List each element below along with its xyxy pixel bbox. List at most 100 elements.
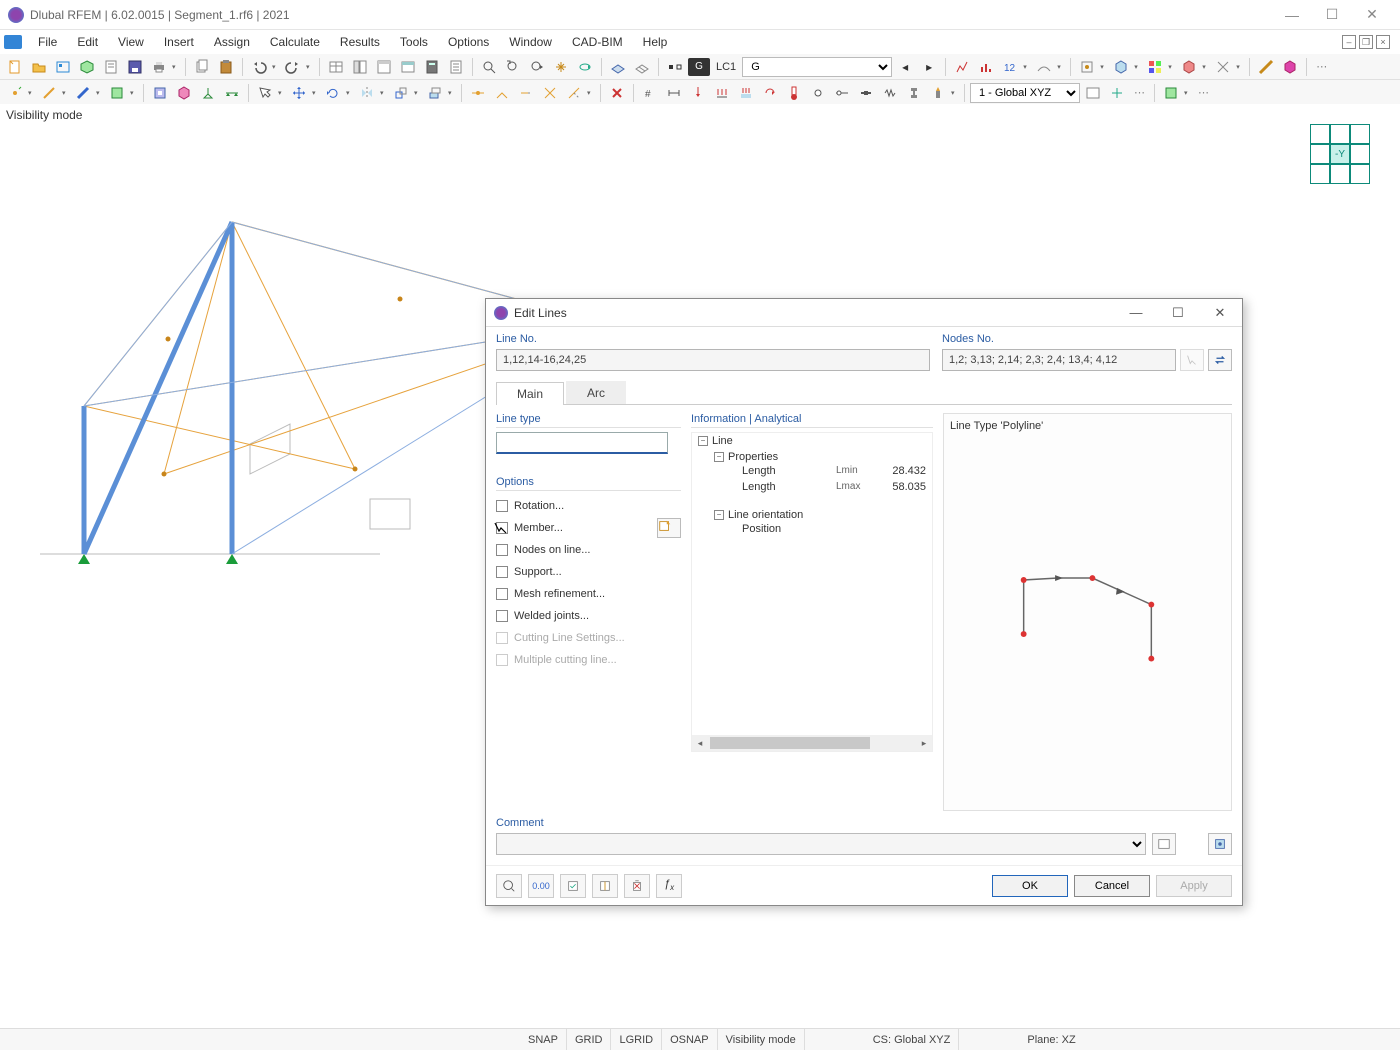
colors-icon[interactable] [1144,56,1166,78]
show-results-icon[interactable] [951,56,973,78]
isolines-icon[interactable] [1033,56,1055,78]
zoom-previous-icon[interactable] [526,56,548,78]
zoom-window-icon[interactable] [478,56,500,78]
toolbar2-overflow-icon[interactable]: ⋯ [1130,86,1149,99]
redo-icon[interactable] [282,56,304,78]
dialog-minimize-button[interactable]: — [1122,305,1150,321]
result-diagram-icon[interactable] [975,56,997,78]
navigator-icon[interactable] [349,56,371,78]
info-hscrollbar[interactable]: ◂▸ [692,735,932,751]
new-opening-icon[interactable] [149,82,171,104]
measure-icon[interactable] [1255,56,1277,78]
extend-line-icon[interactable] [515,82,537,104]
new-line-icon[interactable] [38,82,60,104]
paste-icon[interactable] [215,56,237,78]
save-icon[interactable] [124,56,146,78]
divide-line-icon[interactable] [467,82,489,104]
table-icon[interactable] [325,56,347,78]
option-rotation[interactable]: Rotation... [496,495,681,517]
open-file-icon[interactable] [28,56,50,78]
default-icon[interactable] [560,874,586,898]
copy-icon[interactable] [191,56,213,78]
work-plane-icon[interactable] [607,56,629,78]
connect-lines-icon[interactable] [491,82,513,104]
option-support[interactable]: Support... [496,561,681,583]
rotate-dd-icon[interactable]: ▾ [346,89,354,97]
grid-icon[interactable] [631,56,653,78]
clipping-icon[interactable] [1212,56,1234,78]
calculate-icon[interactable] [421,56,443,78]
mirror-icon[interactable] [356,82,378,104]
redo-dropdown-icon[interactable]: ▾ [306,63,314,71]
status-grid[interactable]: GRID [567,1029,612,1050]
line-dd-icon[interactable]: ▾ [62,89,70,97]
dimension-icon[interactable] [663,82,685,104]
result-values-icon[interactable]: 12 [999,56,1021,78]
comment-library-icon[interactable] [1152,833,1176,855]
display-props-icon[interactable] [1076,56,1098,78]
results-table-icon[interactable] [397,56,419,78]
print-icon[interactable] [148,56,170,78]
model-display-icon[interactable] [1110,56,1132,78]
option-nodes-on-line[interactable]: Nodes on line... [496,539,681,561]
undo-icon[interactable] [248,56,270,78]
isolines-dropdown-icon[interactable]: ▾ [1057,63,1065,71]
orient-face-label[interactable]: -Y [1330,144,1350,164]
line-no-input[interactable] [496,349,930,371]
surface-load-icon[interactable] [735,82,757,104]
clipping-dropdown-icon[interactable]: ▾ [1236,63,1244,71]
reverse-nodes-icon[interactable] [1208,349,1232,371]
status-lgrid[interactable]: LGRID [611,1029,662,1050]
spring-icon[interactable] [879,82,901,104]
menu-results[interactable]: Results [330,32,390,52]
menu-window[interactable]: Window [499,32,562,52]
extrude-icon[interactable] [424,82,446,104]
ok-button[interactable]: OK [992,875,1068,897]
select-icon[interactable] [254,82,276,104]
mdi-restore-icon[interactable]: ❐ [1359,35,1373,49]
print-dropdown-icon[interactable]: ▾ [172,63,180,71]
prev-loadcase-icon[interactable]: ◂ [894,56,916,78]
mdi-close-icon[interactable]: × [1376,35,1390,49]
scale-dd-icon[interactable]: ▾ [414,89,422,97]
option-mesh-refinement[interactable]: Mesh refinement... [496,583,681,605]
surface-dd-icon[interactable]: ▾ [130,89,138,97]
tab-main[interactable]: Main [496,382,564,405]
mirror-dd-icon[interactable]: ▾ [380,89,388,97]
hinge-icon[interactable] [807,82,829,104]
new-surface-icon[interactable] [106,82,128,104]
comment-settings-icon[interactable] [1208,833,1232,855]
tree-toggle-line[interactable]: − [698,436,708,446]
coord-system-select[interactable]: 1 - Global XYZ [970,83,1080,103]
rendering-icon[interactable] [1178,56,1200,78]
menu-insert[interactable]: Insert [154,32,204,52]
menu-calculate[interactable]: Calculate [260,32,330,52]
option-welded-joints[interactable]: Welded joints... [496,605,681,627]
undo-dropdown-icon[interactable]: ▾ [272,63,280,71]
new-node-icon[interactable] [4,82,26,104]
dialog-maximize-button[interactable]: ☐ [1164,305,1192,321]
temperature-icon[interactable] [783,82,805,104]
model-display-dropdown-icon[interactable]: ▾ [1134,63,1142,71]
line-support-icon[interactable] [221,82,243,104]
box-icon[interactable] [1279,56,1301,78]
result-dropdown-icon[interactable]: ▾ [1023,63,1031,71]
new-solid-icon[interactable] [173,82,195,104]
script-icon[interactable]: ƒx [656,874,682,898]
tree-toggle-orient[interactable]: − [714,510,724,520]
move-dd-icon[interactable]: ▾ [312,89,320,97]
rigid-link-icon[interactable] [855,82,877,104]
menu-options[interactable]: Options [438,32,499,52]
trim-icon[interactable] [563,82,585,104]
new-file-icon[interactable] [4,56,26,78]
rendering-dropdown-icon[interactable]: ▾ [1202,63,1210,71]
load-wizard-icon[interactable] [927,82,949,104]
status-snap[interactable]: SNAP [520,1029,567,1050]
intersect-icon[interactable] [539,82,561,104]
apply-button[interactable]: Apply [1156,875,1232,897]
tab-arc[interactable]: Arc [566,381,626,404]
maximize-button[interactable]: ☐ [1312,3,1352,27]
line-load-icon[interactable] [711,82,733,104]
display-dropdown-icon[interactable]: ▾ [1100,63,1108,71]
status-visibility[interactable]: Visibility mode [718,1029,805,1050]
